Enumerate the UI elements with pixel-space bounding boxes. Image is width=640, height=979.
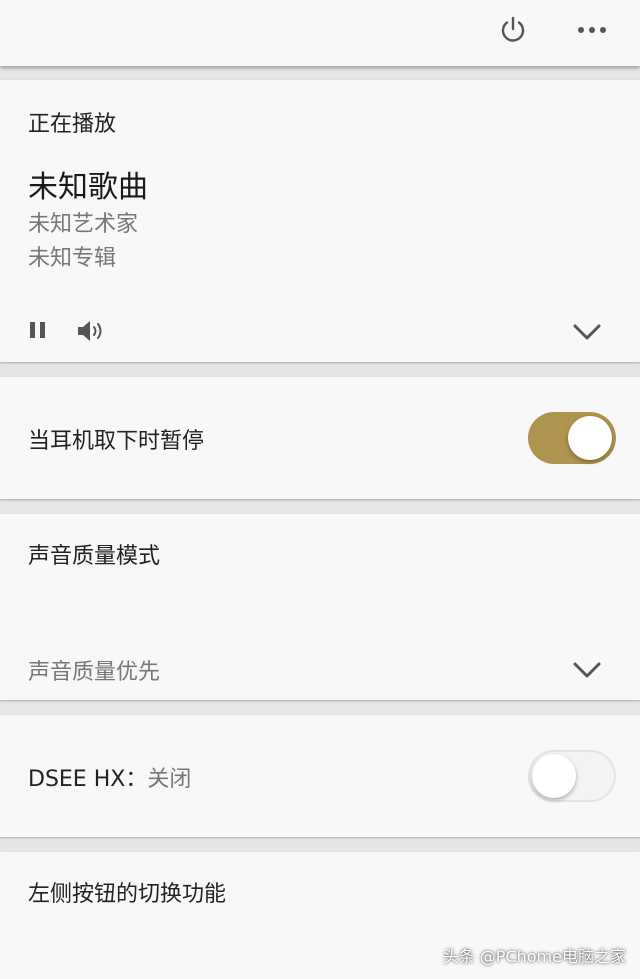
- watermark: 头条 @PChome电脑之家: [442, 947, 626, 966]
- artist-name: 未知艺术家: [28, 212, 139, 237]
- album-name: 未知专辑: [28, 246, 117, 271]
- pause-icon[interactable]: [28, 320, 48, 340]
- sound-quality-card: 声音质量模式 声音质量优先: [0, 514, 640, 700]
- more-options-icon[interactable]: [576, 14, 608, 46]
- now-playing-header: 正在播放: [28, 112, 117, 137]
- toggle-knob: [568, 416, 612, 460]
- left-button-label: 左侧按钮的切换功能: [28, 882, 227, 907]
- sound-quality-value[interactable]: 声音质量优先: [28, 654, 160, 686]
- toggle-knob: [532, 754, 576, 798]
- dsee-label: DSEE HX：: [28, 767, 148, 792]
- song-title: 未知歌曲: [28, 170, 148, 205]
- dsee-card: DSEE HX：关闭: [0, 715, 640, 837]
- power-icon[interactable]: [497, 14, 529, 46]
- headphone-pause-toggle[interactable]: [528, 412, 616, 464]
- now-playing-card: 正在播放 未知歌曲 未知艺术家 未知专辑: [0, 80, 640, 362]
- top-bar: [0, 0, 640, 66]
- dsee-label-row: DSEE HX：关闭: [28, 761, 191, 793]
- chevron-down-icon[interactable]: [572, 322, 602, 342]
- headphone-pause-card: 当耳机取下时暂停: [0, 377, 640, 499]
- chevron-down-icon[interactable]: [572, 660, 602, 680]
- volume-icon[interactable]: [76, 318, 106, 344]
- dsee-value: 关闭: [147, 767, 192, 792]
- sound-quality-label: 声音质量模式: [28, 544, 161, 569]
- headphone-pause-label: 当耳机取下时暂停: [28, 429, 205, 454]
- dsee-toggle[interactable]: [528, 750, 616, 802]
